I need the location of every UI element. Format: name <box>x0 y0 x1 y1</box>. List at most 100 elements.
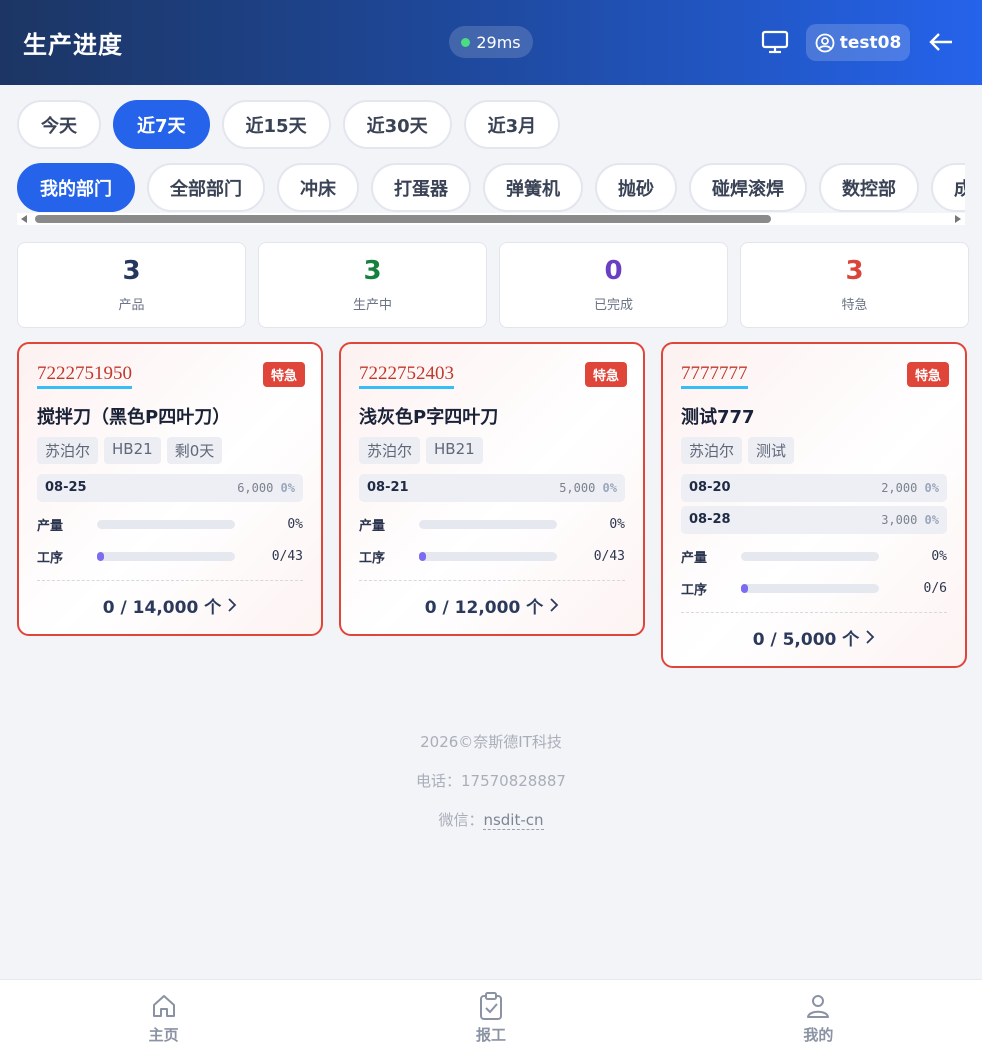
tab-today[interactable]: 今天 <box>17 100 101 149</box>
user-menu-button[interactable]: test08 <box>806 24 910 61</box>
scroll-right-icon[interactable] <box>955 215 961 223</box>
scrollbar-thumb[interactable] <box>35 215 771 223</box>
tag-customer: 苏泊尔 <box>681 436 743 464</box>
process-value: 0/6 <box>923 580 947 596</box>
output-value: 0% <box>931 548 947 564</box>
stat-urgent[interactable]: 3 特急 <box>740 242 969 328</box>
schedule-qty: 3,000 <box>881 512 918 527</box>
nav-label: 报工 <box>475 1026 506 1044</box>
tag-model: HB21 <box>426 436 483 464</box>
stat-products[interactable]: 3 产品 <box>17 242 246 328</box>
product-card[interactable]: 7777777 特急 测试777 苏泊尔 测试 08-20 2,000 0% 0… <box>661 342 967 668</box>
total-quantity-link[interactable]: 0 / 14,000 个 <box>37 579 303 618</box>
output-bar <box>97 519 235 529</box>
product-name: 测试777 <box>681 406 755 428</box>
total-quantity: 0 / 12,000 个 <box>424 597 544 618</box>
nav-home[interactable]: 主页 <box>0 980 327 1056</box>
department-tabs: 我的部门 全部部门 冲床 打蛋器 弹簧机 抛砂 碰焊滚焊 数控部 成 <box>17 163 965 213</box>
output-progress: 产量 0% <box>681 547 947 566</box>
tag-model: HB21 <box>104 436 161 464</box>
output-label: 产量 <box>359 518 386 534</box>
schedule-qty-group: 2,000 0% <box>881 481 939 495</box>
schedule-qty-group: 5,000 0% <box>559 481 617 495</box>
user-circle-icon <box>815 33 835 52</box>
total-quantity: 0 / 14,000 个 <box>102 597 222 618</box>
schedule-row: 08-25 6,000 0% <box>37 473 303 502</box>
order-code[interactable]: 7777777 <box>681 363 748 389</box>
footer-phone: 电话：17570828887 <box>416 772 566 790</box>
order-code[interactable]: 7222752403 <box>359 363 454 389</box>
stat-label: 已完成 <box>593 297 633 313</box>
tab-punch-press[interactable]: 冲床 <box>277 163 359 212</box>
output-label: 产量 <box>37 518 64 534</box>
monitor-icon[interactable] <box>760 28 790 56</box>
output-bar <box>741 551 879 561</box>
product-cards: 7222751950 特急 搅拌刀（黑色P四叶刀） 苏泊尔 HB21 剩0天 0… <box>17 342 967 668</box>
schedule-qty: 5,000 <box>559 480 596 495</box>
process-bar <box>419 551 557 561</box>
schedule-date: 08-28 <box>689 512 731 528</box>
stat-completed[interactable]: 0 已完成 <box>499 242 728 328</box>
tab-7-days[interactable]: 近7天 <box>113 100 210 149</box>
schedule-row: 08-21 5,000 0% <box>359 473 625 502</box>
urgent-badge: 特急 <box>584 362 627 387</box>
urgent-badge: 特急 <box>262 362 305 387</box>
scroll-left-icon[interactable] <box>21 215 27 223</box>
process-bar-fill <box>97 551 104 561</box>
tab-finished[interactable]: 成 <box>931 163 965 212</box>
tab-all-departments[interactable]: 全部部门 <box>147 163 265 212</box>
stat-in-production[interactable]: 3 生产中 <box>258 242 487 328</box>
tab-cnc[interactable]: 数控部 <box>819 163 919 212</box>
tab-30-days[interactable]: 近30天 <box>342 100 452 149</box>
status-dot-icon <box>461 37 471 47</box>
person-icon <box>803 991 833 1021</box>
nav-profile[interactable]: 我的 <box>655 980 982 1056</box>
tab-my-department[interactable]: 我的部门 <box>17 163 135 212</box>
schedule-date: 08-21 <box>367 480 409 496</box>
tag-customer: 苏泊尔 <box>37 436 99 464</box>
process-value: 0/43 <box>271 548 303 564</box>
chevron-right-icon <box>549 597 559 618</box>
tag-remaining: 剩0天 <box>166 436 223 464</box>
product-name: 搅拌刀（黑色P四叶刀） <box>37 406 231 428</box>
tab-welding[interactable]: 碰焊滚焊 <box>689 163 807 212</box>
output-value: 0% <box>609 516 625 532</box>
home-icon <box>149 991 179 1021</box>
tab-15-days[interactable]: 近15天 <box>221 100 331 149</box>
process-bar-fill <box>741 583 748 593</box>
nav-label: 主页 <box>148 1026 179 1044</box>
chevron-right-icon <box>227 597 237 618</box>
total-quantity-link[interactable]: 0 / 12,000 个 <box>359 579 625 618</box>
horizontal-scrollbar[interactable] <box>17 213 965 225</box>
latency-value: 29ms <box>476 32 521 52</box>
schedule-pct: 0% <box>280 480 295 495</box>
output-progress: 产量 0% <box>359 515 625 534</box>
process-bar-fill <box>419 551 426 561</box>
tab-egg-beater[interactable]: 打蛋器 <box>371 163 471 212</box>
stat-value: 0 <box>604 256 623 287</box>
output-progress: 产量 0% <box>37 515 303 534</box>
tab-sand-blasting[interactable]: 抛砂 <box>595 163 677 212</box>
tab-3-months[interactable]: 近3月 <box>463 100 561 149</box>
stat-label: 特急 <box>841 297 868 313</box>
nav-report-work[interactable]: 报工 <box>327 980 654 1056</box>
schedule-qty-group: 3,000 0% <box>881 513 939 527</box>
tag-customer: 苏泊尔 <box>359 436 421 464</box>
total-quantity-link[interactable]: 0 / 5,000 个 <box>681 611 947 650</box>
product-card[interactable]: 7222751950 特急 搅拌刀（黑色P四叶刀） 苏泊尔 HB21 剩0天 0… <box>17 342 323 636</box>
output-bar <box>419 519 557 529</box>
schedule-date: 08-20 <box>689 480 731 496</box>
summary-stats: 3 产品 3 生产中 0 已完成 3 特急 <box>17 242 969 328</box>
schedule-date: 08-25 <box>45 480 87 496</box>
wechat-id-link[interactable]: nsdit-cn <box>483 811 544 830</box>
tab-spring-machine[interactable]: 弹簧机 <box>483 163 583 212</box>
process-progress: 工序 0/43 <box>37 547 303 566</box>
arrow-left-icon[interactable] <box>926 28 956 56</box>
order-code[interactable]: 7222751950 <box>37 363 132 389</box>
latency-indicator: 29ms <box>449 26 533 58</box>
stat-label: 产品 <box>118 297 145 313</box>
process-bar <box>97 551 235 561</box>
schedule-pct: 0% <box>924 480 939 495</box>
product-card[interactable]: 7222752403 特急 浅灰色P字四叶刀 苏泊尔 HB21 08-21 5,… <box>339 342 645 636</box>
schedule-qty: 6,000 <box>237 480 274 495</box>
